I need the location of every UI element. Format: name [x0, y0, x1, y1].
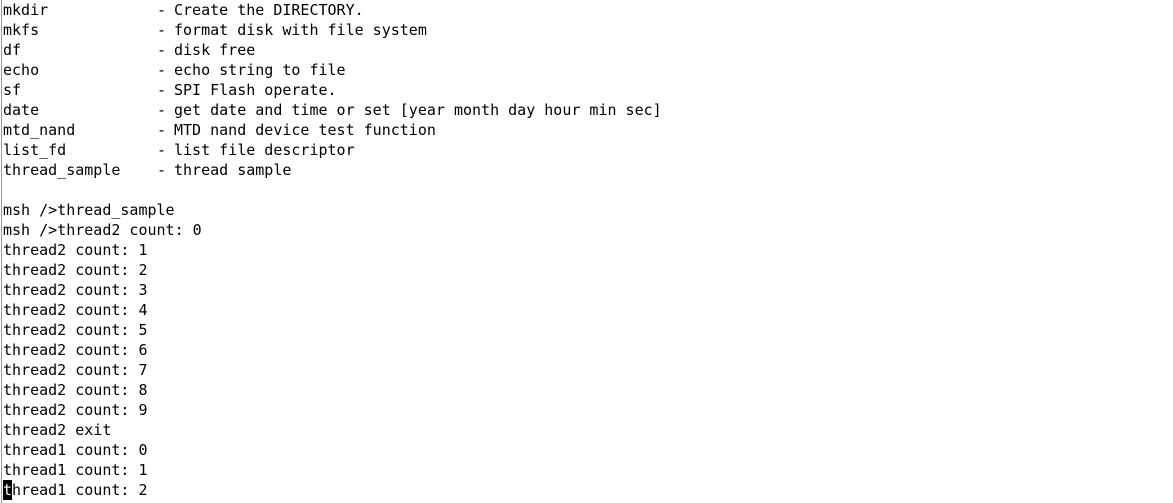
help-command-description: format disk with file system	[174, 21, 427, 39]
help-command-description: echo string to file	[174, 61, 346, 79]
output-line: thread2 count: 6	[3, 341, 148, 359]
help-command-description: Create the DIRECTORY.	[174, 1, 364, 19]
help-command-description: disk free	[174, 41, 256, 59]
help-command-name: sf	[3, 81, 22, 99]
window-left-border	[1, 0, 2, 503]
text-cursor[interactable]: t	[3, 480, 13, 500]
help-command-description: SPI Flash operate.	[174, 81, 337, 99]
help-entry: date - get date and time or set [year mont…	[3, 100, 662, 120]
help-entry: df - disk free	[3, 40, 662, 60]
help-entry: mkfs - format disk with file system	[3, 20, 662, 40]
output-line: thread2 exit	[3, 421, 112, 439]
help-command-description: thread sample	[174, 161, 292, 179]
help-separator: -	[157, 41, 167, 59]
help-entry: thread_sample - thread sample	[3, 160, 662, 180]
help-separator: -	[157, 81, 167, 99]
help-command-name: mkdir	[3, 1, 49, 19]
help-entry: sf - SPI Flash operate.	[3, 80, 662, 100]
help-separator: -	[157, 141, 167, 159]
help-command-name: thread_sample	[3, 161, 121, 179]
help-command-name: mtd_nand	[3, 121, 76, 139]
help-separator: -	[157, 121, 167, 139]
help-command-description: get date and time or set [year month day…	[174, 101, 662, 119]
output-line: thread1 count: 1	[3, 461, 148, 479]
help-entry: list_fd - list file descriptor	[3, 140, 662, 160]
help-command-name: list_fd	[3, 141, 67, 159]
help-command-name: df	[3, 41, 22, 59]
output-line: thread1 count: 0	[3, 441, 148, 459]
output-line: thread2 count: 9	[3, 401, 148, 419]
help-separator: -	[157, 21, 167, 39]
output-line: thread2 count: 2	[3, 261, 148, 279]
help-command-description: MTD nand device test function	[174, 121, 436, 139]
output-line: thread2 count: 4	[3, 301, 148, 319]
terminal-output: mkdir - Create the DIRECTORY. mkfs - format d…	[3, 0, 662, 500]
output-line: msh />thread_sample	[3, 201, 175, 219]
output-line: msh />thread2 count: 0	[3, 221, 202, 239]
help-entry: mkdir - Create the DIRECTORY.	[3, 0, 662, 20]
help-entry: mtd_nand - MTD nand device test function	[3, 120, 662, 140]
help-command-name: date	[3, 101, 40, 119]
help-separator: -	[157, 1, 167, 19]
help-command-list: mkdir - Create the DIRECTORY. mkfs - format d…	[3, 0, 662, 180]
current-line-text: hread1 count: 2	[12, 481, 148, 499]
output-line: thread2 count: 3	[3, 281, 148, 299]
help-separator: -	[157, 61, 167, 79]
output-line: thread2 count: 1	[3, 241, 148, 259]
help-command-description: list file descriptor	[174, 141, 355, 159]
help-command-name: mkfs	[3, 21, 40, 39]
help-command-name: echo	[3, 61, 40, 79]
current-line[interactable]: t hread1 count: 2	[3, 480, 662, 500]
terminal-window[interactable]: mkdir - Create the DIRECTORY. mkfs - format d…	[0, 0, 1173, 503]
command-output: msh />thread_samplemsh />thread2 count: …	[3, 200, 662, 480]
output-line: thread2 count: 5	[3, 321, 148, 339]
help-separator: -	[157, 101, 167, 119]
help-separator: -	[157, 161, 167, 179]
output-line: thread2 count: 8	[3, 381, 148, 399]
help-entry: echo - echo string to file	[3, 60, 662, 80]
output-line: thread2 count: 7	[3, 361, 148, 379]
